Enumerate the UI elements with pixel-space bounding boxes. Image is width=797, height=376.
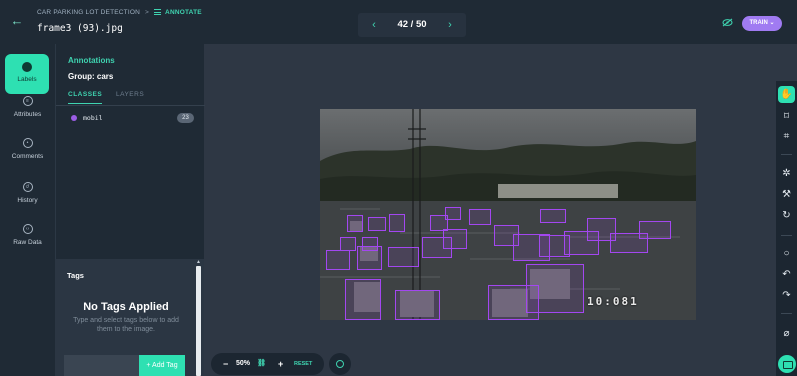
rail-item-attributes[interactable]: ≡ Attributes — [0, 96, 55, 136]
bounding-box[interactable] — [395, 290, 440, 320]
tab-layers[interactable]: LAYERS — [116, 91, 144, 98]
hand-icon[interactable]: ✋ — [778, 86, 795, 103]
zoom-level: 50% — [236, 360, 251, 367]
zoom-out-button[interactable]: − — [223, 353, 228, 375]
chevron-left-icon[interactable]: ‹ — [364, 13, 384, 37]
add-tag-button[interactable]: + Add Tag — [139, 355, 185, 376]
chevron-right-icon[interactable]: › — [440, 13, 460, 37]
bounding-box[interactable] — [445, 207, 461, 220]
toolbar-divider — [781, 313, 792, 314]
back-arrow-icon[interactable]: ← — [9, 13, 25, 29]
side-rail: Labels ≡ Attributes • Comments ↺ History… — [0, 44, 55, 376]
comment-icon[interactable]: ○ — [778, 245, 795, 262]
rail-label: Raw Data — [13, 239, 42, 246]
timestamp-overlay: 10:081 — [587, 295, 639, 308]
list-icon: ≡ — [22, 96, 33, 106]
toolbar-divider — [781, 154, 792, 155]
reset-zoom-button[interactable]: RESET — [294, 353, 312, 375]
rail-label: Labels — [17, 76, 37, 83]
rail-item-raw-data[interactable]: ‹› Raw Data — [0, 224, 55, 264]
group-name: Group: cars — [68, 72, 114, 81]
code-icon: ‹› — [22, 224, 33, 234]
bounding-box[interactable] — [488, 285, 539, 320]
bounding-box[interactable] — [368, 217, 386, 231]
class-count-badge: 23 — [177, 113, 194, 123]
bounding-box[interactable] — [540, 209, 566, 223]
breadcrumb-project[interactable]: CAR PARKING LOT DETECTION — [37, 9, 140, 16]
comment-icon: • — [22, 138, 33, 148]
class-item-mobil[interactable]: mobil 23 — [68, 112, 194, 125]
breadcrumb-mode: ANNOTATE — [165, 9, 202, 16]
zoom-controls: − 50% ⛓ + RESET — [211, 353, 324, 375]
bounding-box[interactable] — [345, 279, 381, 320]
top-bar: ← CAR PARKING LOT DETECTION > ANNOTATE f… — [0, 0, 797, 44]
clear-icon[interactable]: ⌀ — [778, 325, 795, 342]
pager-count: 42 / 50 — [397, 19, 427, 30]
tool-palette: ✋ ⌑ ⌗ ✲ ⚒ ↻ ○ ↶ ↷ ⌀ — [776, 81, 797, 376]
chat-icon[interactable] — [778, 355, 796, 373]
toolbar-divider — [781, 235, 792, 236]
scrollbar-thumb[interactable] — [196, 266, 201, 376]
train-button[interactable]: TRAIN ⌄ — [742, 16, 782, 31]
breadcrumb: CAR PARKING LOT DETECTION > ANNOTATE — [37, 9, 202, 16]
tag-input[interactable] — [64, 355, 139, 376]
undo-icon[interactable]: ↶ — [778, 266, 795, 283]
redo-icon[interactable]: ↷ — [778, 287, 795, 304]
bounding-box[interactable] — [639, 221, 671, 239]
annotate-icon — [154, 9, 162, 15]
no-tags-hint: Type and select tags below to add them t… — [73, 317, 179, 333]
bounding-box[interactable] — [388, 247, 419, 267]
bounding-box[interactable] — [326, 250, 350, 270]
tags-title: Tags — [67, 271, 84, 280]
link-icon[interactable]: ⛓ — [257, 353, 266, 375]
image-canvas[interactable]: 10:081 — [320, 109, 696, 320]
rail-label: Comments — [11, 153, 44, 160]
panel-title: Annotations — [68, 56, 115, 65]
zoom-in-button[interactable]: + — [278, 353, 283, 375]
tab-classes[interactable]: CLASSES — [68, 91, 103, 104]
magic-wand-icon[interactable]: ✲ — [778, 165, 795, 182]
bounding-box[interactable] — [443, 229, 467, 249]
no-tags-title: No Tags Applied — [83, 301, 169, 313]
class-color-dot — [71, 115, 77, 121]
eye-off-icon[interactable] — [722, 18, 733, 27]
rail-label: History — [17, 197, 38, 204]
rail-label: Attributes — [13, 111, 42, 118]
image-pager: ‹ 42 / 50 › — [358, 13, 466, 37]
smart-select-icon[interactable]: ⚒ — [778, 186, 795, 203]
bounding-box[interactable] — [389, 214, 405, 232]
bounding-box-icon[interactable]: ⌑ — [778, 108, 795, 125]
tags-section: Tags No Tags Applied Type and select tag… — [55, 259, 197, 376]
rail-item-history[interactable]: ↺ History — [0, 182, 55, 222]
bounding-box[interactable] — [469, 209, 491, 225]
repeat-icon[interactable]: ↻ — [778, 207, 795, 224]
divider — [56, 105, 205, 106]
scroll-up-icon[interactable]: ▲ — [195, 259, 202, 265]
tag-icon — [22, 62, 32, 72]
history-icon: ↺ — [22, 182, 33, 192]
bounding-box[interactable] — [347, 215, 363, 232]
bounding-box[interactable] — [340, 237, 356, 251]
bounding-box[interactable] — [357, 246, 382, 270]
polygon-icon[interactable]: ⌗ — [778, 128, 795, 145]
file-name: frame3 (93).jpg — [37, 23, 123, 34]
breadcrumb-separator: > — [145, 9, 150, 16]
rail-item-comments[interactable]: • Comments — [0, 138, 55, 178]
class-name: mobil — [83, 114, 103, 122]
target-icon[interactable] — [329, 353, 351, 375]
rail-item-labels[interactable]: Labels — [5, 54, 49, 94]
train-label: TRAIN — [749, 20, 768, 26]
